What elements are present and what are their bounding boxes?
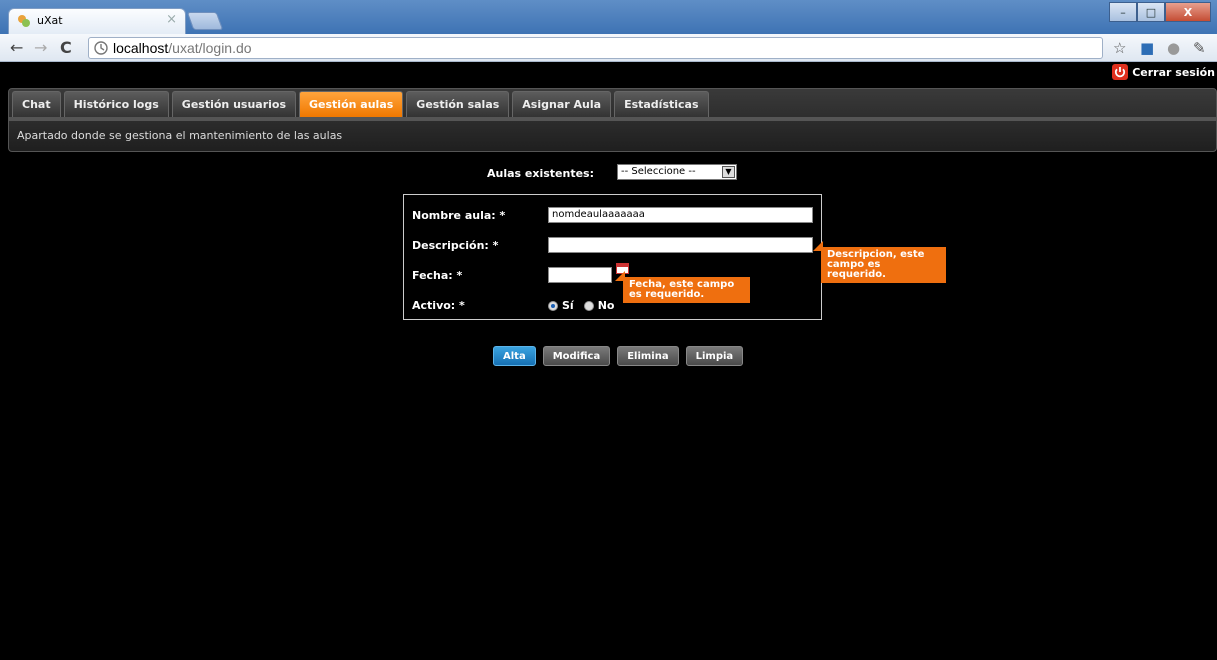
descripcion-input[interactable]: [548, 237, 813, 253]
logout-label: Cerrar sesión: [1132, 65, 1215, 79]
uxat-favicon-icon: [18, 15, 30, 27]
tab-chat[interactable]: Chat: [12, 91, 61, 117]
maximize-button[interactable]: □: [1137, 2, 1165, 22]
browser-tab[interactable]: uXat ×: [8, 8, 186, 34]
back-icon[interactable]: ←: [10, 38, 23, 57]
window-controls: – □ X: [1109, 2, 1211, 22]
extension-icon[interactable]: ■: [1140, 39, 1154, 57]
alta-button[interactable]: Alta: [493, 346, 536, 366]
fecha-input[interactable]: [548, 267, 612, 283]
existing-aulas-select[interactable]: -- Seleccione -- ▼: [617, 164, 737, 180]
tab-historico-logs[interactable]: Histórico logs: [63, 91, 169, 117]
modifica-button[interactable]: Modifica: [542, 346, 611, 366]
tab-gestion-salas[interactable]: Gestión salas: [406, 91, 510, 117]
tab-gestion-aulas[interactable]: Gestión aulas: [299, 91, 404, 117]
power-icon: [1112, 64, 1129, 80]
url-text: localhost/uxat/login.do: [113, 40, 252, 56]
fecha-error-tooltip: Fecha, este campo es requerido.: [615, 271, 750, 303]
forward-icon[interactable]: →: [34, 38, 47, 57]
url-path: /uxat/login.do: [168, 40, 252, 56]
activo-label: Activo: *: [412, 299, 465, 312]
bookmark-star-icon[interactable]: ☆: [1113, 39, 1126, 57]
wrench-icon[interactable]: ✎: [1193, 39, 1206, 57]
url-host: localhost: [113, 40, 169, 56]
close-window-button[interactable]: X: [1165, 2, 1211, 22]
extension-globe-icon[interactable]: ●: [1167, 39, 1180, 57]
activo-radio-group: Sí No: [548, 299, 614, 312]
existing-aulas-value: -- Seleccione --: [621, 166, 696, 177]
main-menu: Chat Histórico logs Gestión usuarios Ges…: [8, 88, 1217, 152]
section-description: Apartado donde se gestiona el mantenimie…: [17, 129, 343, 142]
tab-close-icon[interactable]: ×: [166, 12, 177, 27]
browser-titlebar: uXat × – □ X: [0, 0, 1217, 34]
address-bar[interactable]: localhost/uxat/login.do: [88, 37, 1103, 59]
logout-button[interactable]: Cerrar sesión: [1112, 64, 1215, 80]
nombre-label: Nombre aula: *: [412, 209, 506, 222]
menu-divider: [9, 117, 1216, 121]
page-icon: [94, 41, 108, 55]
menu-tabs: Chat Histórico logs Gestión usuarios Ges…: [12, 91, 709, 117]
activo-no-radio[interactable]: [583, 300, 594, 311]
app-header: Cerrar sesión: [8, 62, 1217, 84]
existing-aulas-label: Aulas existentes:: [487, 167, 595, 180]
activo-si-label: Sí: [562, 299, 574, 312]
new-tab-button[interactable]: [186, 12, 224, 30]
reload-icon[interactable]: C: [60, 38, 72, 57]
aula-form: Nombre aula: * nomdeaulaaaaaaa Descripci…: [403, 194, 822, 320]
fecha-label: Fecha: *: [412, 269, 463, 282]
descripcion-error-tooltip: Descripcion, este campo es requerido.: [813, 241, 946, 283]
minimize-button[interactable]: –: [1109, 2, 1137, 22]
elimina-button[interactable]: Elimina: [617, 346, 679, 366]
nombre-aula-input[interactable]: nomdeaulaaaaaaa: [548, 207, 813, 223]
tab-asignar-aula[interactable]: Asignar Aula: [512, 91, 612, 117]
tab-estadisticas[interactable]: Estadísticas: [614, 91, 709, 117]
descripcion-label: Descripción: *: [412, 239, 499, 252]
chevron-down-icon[interactable]: ▼: [722, 166, 735, 178]
limpia-button[interactable]: Limpia: [685, 346, 744, 366]
activo-no-label: No: [597, 299, 615, 312]
tab-title: uXat: [37, 14, 63, 27]
action-buttons: Alta Modifica Elimina Limpia: [493, 346, 744, 366]
tab-gestion-usuarios[interactable]: Gestión usuarios: [171, 91, 297, 117]
browser-toolbar: ← → C localhost/uxat/login.do ☆ ■ ● ✎: [0, 34, 1217, 62]
activo-si-radio[interactable]: [548, 300, 558, 311]
